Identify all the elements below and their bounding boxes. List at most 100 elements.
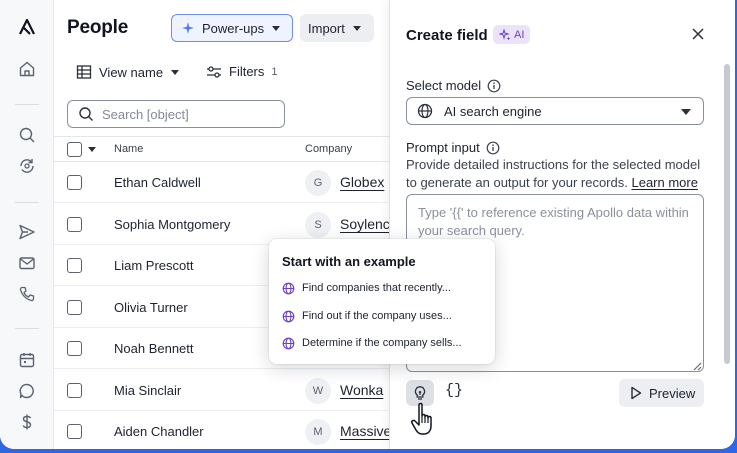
person-name[interactable]: Ethan Caldwell [114, 175, 201, 190]
app-window: People Power-ups Import View name Filter… [0, 0, 735, 449]
company-link[interactable]: Soylenc [340, 216, 390, 232]
example-item-label: Find out if the company uses... [302, 310, 452, 322]
example-item[interactable]: Find out if the company uses... [282, 308, 452, 324]
calendar-icon[interactable] [17, 350, 37, 370]
example-item[interactable]: Find companies that recently... [282, 280, 451, 296]
globe-icon [282, 282, 295, 295]
filters-button[interactable]: Filters 1 [206, 64, 278, 79]
example-item[interactable]: Determine if the company sells... [282, 335, 462, 351]
ai-sparkle-icon [499, 28, 511, 41]
send-icon[interactable] [17, 222, 37, 242]
table-header: Name Company [54, 136, 390, 162]
company-link[interactable]: Globex [340, 174, 384, 190]
row-checkbox[interactable] [67, 424, 82, 439]
row-checkbox[interactable] [67, 258, 82, 273]
prompt-description: Provide detailed instructions for the se… [406, 156, 706, 192]
nav-rail [0, 0, 54, 449]
sparkle-icon [181, 21, 195, 35]
search-input[interactable] [102, 106, 272, 122]
search-icon [78, 106, 94, 122]
view-label: View name [99, 64, 164, 80]
chat-icon[interactable] [17, 381, 37, 401]
select-all-checkbox[interactable] [67, 142, 82, 157]
panel-scrollbar[interactable] [724, 64, 730, 364]
panel-title: Create field [406, 27, 488, 44]
page-title: People [67, 17, 129, 38]
chevron-down-icon [352, 25, 361, 31]
dollar-icon[interactable] [17, 412, 37, 432]
preview-label: Preview [649, 385, 696, 401]
prompt-input-label: Prompt input [406, 140, 500, 155]
company-link[interactable]: Wonka [340, 382, 383, 398]
column-header-company[interactable]: Company [305, 143, 352, 155]
rail-divider [15, 104, 39, 105]
column-header-name[interactable]: Name [114, 143, 143, 155]
person-name[interactable]: Mia Sinclair [114, 383, 181, 398]
company-link[interactable]: Massive [340, 423, 391, 439]
person-name[interactable]: Olivia Turner [114, 300, 188, 315]
table-icon [76, 64, 92, 80]
rail-divider [15, 202, 39, 203]
examples-popover: Start with an example Find companies tha… [269, 239, 495, 364]
table-row[interactable]: Aiden Chandler M Massive [54, 411, 391, 449]
lightbulb-icon [412, 385, 428, 401]
example-item-label: Determine if the company sells... [302, 337, 462, 349]
info-icon[interactable] [487, 79, 501, 93]
create-field-panel: Create field AI Select model AI search e… [389, 0, 735, 449]
resize-handle-icon[interactable] [690, 358, 702, 371]
row-checkbox[interactable] [67, 175, 82, 190]
row-checkbox[interactable] [67, 383, 82, 398]
learn-more-link[interactable]: Learn more [631, 175, 697, 190]
view-selector[interactable]: View name [76, 64, 180, 80]
company-avatar: G [305, 170, 331, 196]
filters-label: Filters [229, 64, 265, 79]
chevron-down-icon [171, 69, 180, 75]
select-model-label: Select model [406, 78, 501, 93]
globe-icon [282, 337, 295, 350]
person-name[interactable]: Liam Prescott [114, 258, 193, 273]
company-avatar: S [305, 212, 331, 238]
search-icon[interactable] [17, 125, 37, 145]
person-name[interactable]: Sophia Montgomery [114, 217, 230, 232]
person-name[interactable]: Noah Bennett [114, 341, 194, 356]
popover-title: Start with an example [282, 254, 416, 269]
row-checkbox[interactable] [67, 217, 82, 232]
close-icon[interactable] [690, 26, 706, 42]
select-model-text: Select model [406, 78, 482, 93]
search-box[interactable] [67, 100, 285, 128]
ai-badge: AI [493, 25, 531, 44]
model-value: AI search engine [444, 103, 542, 119]
example-item-label: Find companies that recently... [302, 282, 451, 294]
model-select[interactable]: AI search engine [406, 97, 704, 125]
filters-count: 1 [271, 65, 278, 78]
refresh-search-icon[interactable] [17, 156, 37, 176]
globe-icon [282, 310, 295, 323]
filters-icon [206, 65, 222, 79]
company-avatar: W [305, 378, 331, 404]
powerups-label: Power-ups [202, 20, 265, 36]
chevron-down-icon [272, 25, 281, 31]
people-page: People Power-ups Import View name Filter… [54, 0, 391, 449]
apollo-logo-icon[interactable] [17, 17, 37, 37]
row-checkbox[interactable] [67, 300, 82, 315]
import-label: Import [308, 20, 345, 36]
company-avatar: M [305, 419, 331, 445]
import-button[interactable]: Import [300, 14, 374, 42]
mail-icon[interactable] [17, 253, 37, 273]
row-checkbox[interactable] [67, 341, 82, 356]
hand-cursor-icon [408, 401, 440, 437]
insert-variable-button[interactable]: {} [445, 382, 463, 399]
chevron-down-icon[interactable] [88, 147, 96, 152]
globe-icon [417, 103, 433, 119]
chevron-down-icon [681, 109, 691, 115]
table-row[interactable]: Ethan Caldwell G Globex [54, 162, 390, 203]
play-icon [630, 386, 642, 400]
table-row[interactable]: Mia Sinclair W Wonka [54, 370, 390, 411]
home-icon[interactable] [17, 59, 37, 79]
phone-icon[interactable] [17, 284, 37, 304]
powerups-button[interactable]: Power-ups [171, 14, 293, 42]
preview-button[interactable]: Preview [619, 379, 704, 407]
person-name[interactable]: Aiden Chandler [114, 424, 204, 439]
ai-badge-label: AI [514, 28, 525, 41]
info-icon[interactable] [486, 141, 500, 155]
